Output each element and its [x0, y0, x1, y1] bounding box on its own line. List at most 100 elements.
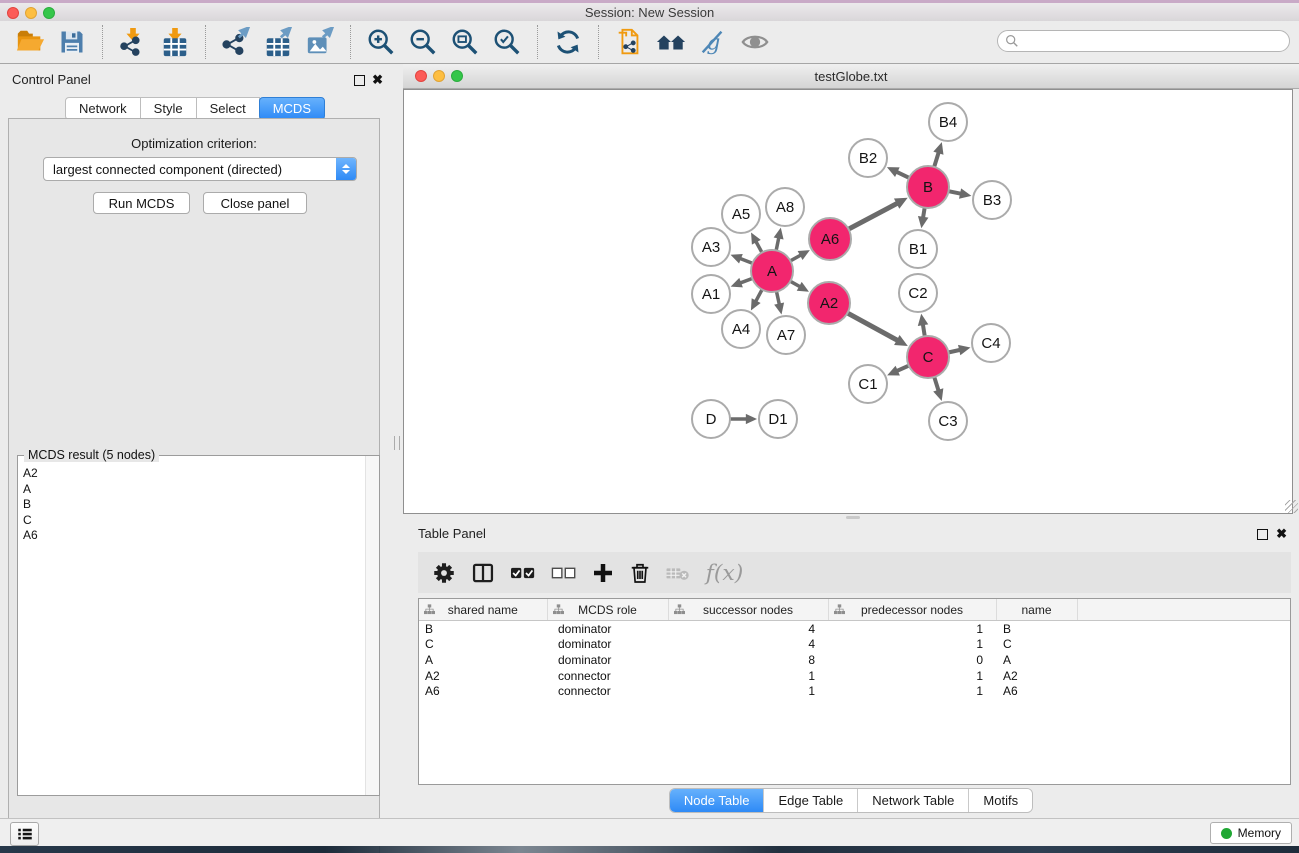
zoom-in-button[interactable]	[365, 26, 397, 58]
settings-button[interactable]	[431, 557, 457, 589]
home-button[interactable]	[655, 26, 687, 58]
float-panel-icon[interactable]	[354, 75, 365, 86]
annotations-button[interactable]: g	[697, 26, 729, 58]
tab-edge-table[interactable]: Edge Table	[763, 789, 857, 812]
optimization-criterion-select[interactable]: largest connected component (directed)	[43, 157, 357, 181]
graph-node-label: B	[923, 179, 933, 196]
graph-edge-A6-B[interactable]	[847, 203, 898, 230]
table-row[interactable]: A6connector11A6	[419, 683, 1290, 699]
clone-network-button[interactable]	[613, 26, 645, 58]
export-network-button[interactable]	[220, 26, 252, 58]
table-cell[interactable]: dominator	[547, 637, 668, 653]
control-panel-title: Control Panel	[12, 72, 91, 87]
table-cell[interactable]: C	[996, 637, 1077, 653]
export-table-button[interactable]	[262, 26, 294, 58]
table-row[interactable]: Adominator80A	[419, 652, 1290, 668]
zoom-fit-button[interactable]	[449, 26, 481, 58]
table-cell[interactable]: 4	[668, 621, 828, 637]
column-header-name[interactable]: name	[996, 599, 1077, 621]
table-cell[interactable]: 0	[828, 652, 996, 668]
column-header-predecessor-nodes[interactable]: predecessor nodes	[828, 599, 996, 621]
close-panel-icon[interactable]: ✖	[1276, 527, 1287, 540]
result-scrollbar[interactable]	[365, 456, 379, 795]
table-cell[interactable]: 1	[828, 683, 996, 699]
table-cell[interactable]: connector	[547, 668, 668, 684]
table-cell[interactable]: A6	[419, 683, 547, 699]
result-list-item[interactable]: A6	[23, 528, 377, 544]
table-row[interactable]: Cdominator41C	[419, 637, 1290, 653]
table-row[interactable]: A2connector11A2	[419, 668, 1290, 684]
result-list-item[interactable]: A2	[23, 466, 377, 482]
zoom-selected-button[interactable]	[491, 26, 523, 58]
table-cell[interactable]: dominator	[547, 621, 668, 637]
table-cell[interactable]: A2	[419, 668, 547, 684]
add-row-button[interactable]	[591, 557, 615, 589]
table-cell[interactable]: C	[419, 637, 547, 653]
splitter-handle[interactable]	[846, 516, 860, 519]
network-window-title: testGlobe.txt	[403, 69, 1299, 84]
column-view-button[interactable]	[470, 557, 496, 589]
tab-network-table[interactable]: Network Table	[857, 789, 968, 812]
deselect-all-button[interactable]	[550, 557, 578, 589]
save-session-button[interactable]	[56, 26, 88, 58]
table-cell[interactable]: 1	[828, 621, 996, 637]
table-cell[interactable]: A	[419, 652, 547, 668]
graph-edge-A2-C[interactable]	[846, 312, 898, 341]
network-canvas[interactable]: B4B2BB3B1A5A8A6A3AA1A2C2A4A7C4CC1C3DD1	[403, 89, 1293, 514]
toggle-details-button[interactable]	[739, 26, 771, 58]
table-cell[interactable]: 1	[668, 683, 828, 699]
resize-grip[interactable]	[1285, 500, 1298, 513]
tab-mcds[interactable]: MCDS	[259, 97, 325, 120]
table-row[interactable]: Bdominator41B	[419, 621, 1290, 637]
float-panel-icon[interactable]	[1257, 529, 1268, 540]
delete-row-button[interactable]	[628, 557, 652, 589]
tab-motifs[interactable]: Motifs	[968, 789, 1032, 812]
table-cell[interactable]: 4	[668, 637, 828, 653]
table-cell[interactable]: 1	[668, 668, 828, 684]
table-cell[interactable]: B	[419, 621, 547, 637]
tab-network[interactable]: Network	[65, 97, 141, 120]
apply-layout-button[interactable]	[552, 26, 584, 58]
zoom-in-icon	[366, 27, 396, 57]
import-table-icon	[160, 27, 190, 57]
splitter-handle[interactable]	[394, 436, 400, 450]
network-window-titlebar[interactable]: testGlobe.txt	[403, 64, 1299, 89]
import-network-button[interactable]	[117, 26, 149, 58]
function-builder-button[interactable]: f(x)	[704, 557, 746, 589]
zoom-out-icon	[408, 27, 438, 57]
import-table-button[interactable]	[159, 26, 191, 58]
memory-button[interactable]: Memory	[1210, 822, 1292, 844]
table-cell[interactable]: 8	[668, 652, 828, 668]
task-history-button[interactable]	[10, 822, 39, 846]
table-cell[interactable]: A	[996, 652, 1077, 668]
vertical-splitter[interactable]	[390, 64, 403, 818]
column-header-shared-name[interactable]: shared name	[419, 599, 547, 621]
delete-table-button[interactable]	[665, 557, 691, 589]
tab-node-table[interactable]: Node Table	[670, 789, 764, 812]
tab-select[interactable]: Select	[196, 97, 260, 120]
table-cell[interactable]: A2	[996, 668, 1077, 684]
table-cell[interactable]: connector	[547, 683, 668, 699]
table-cell[interactable]: 1	[828, 637, 996, 653]
export-image-button[interactable]	[304, 26, 336, 58]
result-list-item[interactable]: A	[23, 482, 377, 498]
table-cell[interactable]: dominator	[547, 652, 668, 668]
open-file-button[interactable]	[14, 26, 46, 58]
result-list-item[interactable]: C	[23, 513, 377, 529]
zoom-out-button[interactable]	[407, 26, 439, 58]
run-mcds-button[interactable]: Run MCDS	[93, 192, 190, 214]
tab-style[interactable]: Style	[140, 97, 197, 120]
result-list-item[interactable]: B	[23, 497, 377, 513]
table-cell[interactable]: 1	[828, 668, 996, 684]
table-cell[interactable]: A6	[996, 683, 1077, 699]
close-panel-button[interactable]: Close panel	[203, 192, 307, 214]
select-all-button[interactable]	[509, 557, 537, 589]
search-box[interactable]	[997, 30, 1290, 52]
graph-edge-arrowhead	[774, 228, 784, 240]
graph-edge-arrowhead	[918, 314, 928, 326]
column-header-successor-nodes[interactable]: successor nodes	[668, 599, 828, 621]
column-header-mcds-role[interactable]: MCDS role	[547, 599, 668, 621]
close-panel-icon[interactable]: ✖	[372, 73, 383, 86]
table-cell[interactable]: B	[996, 621, 1077, 637]
search-input[interactable]	[1019, 33, 1289, 49]
